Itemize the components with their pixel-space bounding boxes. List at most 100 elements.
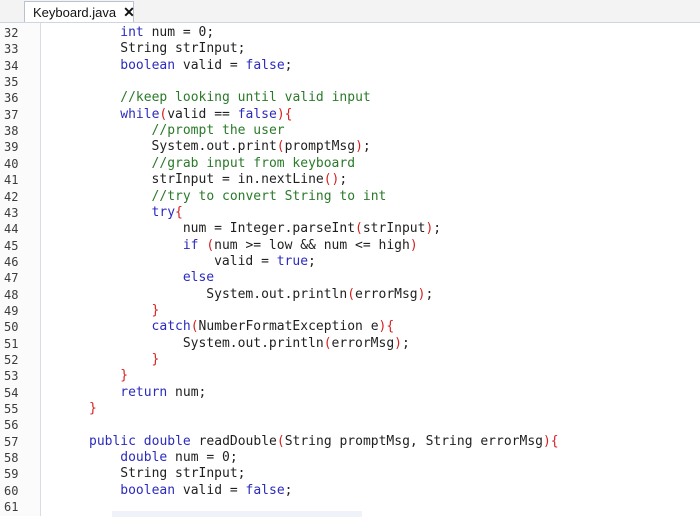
line-number: 39: [4, 140, 19, 155]
code-line[interactable]: 40 //grab input from keyboard: [0, 156, 700, 172]
code-token: (: [323, 335, 332, 351]
code-token: strInput = in.nextLine: [151, 172, 324, 188]
code-text: boolean valid = false;: [120, 58, 292, 74]
line-number: 37: [4, 107, 19, 122]
line-number: 48: [4, 287, 19, 302]
code-line[interactable]: 39 System.out.print(promptMsg);: [0, 139, 700, 155]
code-text: System.out.println(errorMsg);: [206, 287, 433, 303]
code-line[interactable]: 50 catch(NumberFormatException e){: [0, 319, 700, 335]
line-number: 38: [4, 124, 19, 139]
code-token: String promptMsg, String errorMsg: [284, 433, 543, 449]
code-token: int: [120, 25, 144, 40]
code-text: else: [183, 270, 214, 286]
code-line[interactable]: 59 String strInput;: [0, 466, 700, 482]
code-token: ;: [284, 482, 293, 498]
code-line[interactable]: 34 boolean valid = false;: [0, 58, 700, 74]
code-line[interactable]: 48 System.out.println(errorMsg);: [0, 287, 700, 303]
code-line[interactable]: 56: [0, 417, 700, 433]
code-token: }: [151, 302, 160, 318]
code-token: num >= low && num <= high: [214, 237, 410, 253]
code-text: String strInput;: [120, 41, 245, 57]
code-token: }: [89, 401, 97, 417]
tab-title: Keyboard.java: [33, 4, 117, 20]
line-number: 35: [4, 75, 19, 90]
code-token: double: [120, 450, 168, 466]
code-line[interactable]: 58 double num = 0;: [0, 450, 700, 466]
code-token: false: [245, 57, 285, 73]
tab-keyboard-java[interactable]: Keyboard.java ✕: [24, 1, 135, 22]
code-token: System.out.println: [206, 286, 348, 302]
code-line[interactable]: 38 //prompt the user: [0, 123, 700, 139]
code-text: String strInput;: [120, 466, 245, 482]
code-token: {: [284, 106, 293, 122]
code-line[interactable]: 47 else: [0, 270, 700, 286]
code-token: ;: [433, 221, 442, 237]
code-line[interactable]: 43 try{: [0, 205, 700, 221]
code-text: System.out.print(promptMsg);: [152, 139, 371, 155]
line-number: 53: [4, 369, 19, 384]
code-token: valid =: [175, 57, 246, 73]
code-text: return num;: [120, 385, 206, 401]
code-line[interactable]: 53}: [0, 368, 700, 384]
code-text: boolean valid = false;: [120, 483, 292, 499]
code-token: catch: [151, 319, 191, 335]
code-line[interactable]: 35: [0, 74, 700, 90]
code-line[interactable]: 42 //try to convert String to int: [0, 189, 700, 205]
code-token: //try to convert String to int: [151, 188, 387, 204]
code-line[interactable]: 46 valid = true;: [0, 254, 700, 270]
code-editor[interactable]: 32 int num = 0; 33 String strInput; 34 boolea…: [0, 23, 700, 517]
line-number: 43: [4, 205, 19, 220]
code-token: //keep looking until valid input: [120, 90, 371, 106]
code-line[interactable]: 49}: [0, 303, 700, 319]
code-text: }: [152, 352, 160, 368]
code-token: false: [245, 482, 285, 498]
code-line[interactable]: 32 int num = 0;: [0, 25, 700, 41]
close-icon[interactable]: ✕: [123, 4, 135, 21]
code-line[interactable]: 60 boolean valid = false;: [0, 483, 700, 499]
code-line[interactable]: 55}: [0, 401, 700, 417]
code-token: {: [386, 319, 395, 335]
code-token: (: [206, 237, 215, 253]
code-line[interactable]: 45 if (num >= low && num <= high): [0, 238, 700, 254]
code-token: String strInput;: [120, 466, 246, 482]
line-number: 61: [4, 500, 19, 515]
code-token: {: [175, 204, 183, 220]
code-line[interactable]: 51 System.out.println(errorMsg);: [0, 336, 700, 352]
code-text: int num = 0;: [120, 25, 214, 41]
code-line[interactable]: 44 num = Integer.parseInt(strInput);: [0, 221, 700, 237]
code-token: if: [182, 237, 199, 253]
code-line[interactable]: 41 strInput = in.nextLine();: [0, 172, 700, 188]
code-token: }: [151, 352, 160, 367]
code-line[interactable]: 52}: [0, 352, 700, 368]
code-line[interactable]: 36 //keep looking until valid input: [0, 90, 700, 106]
code-token: (: [347, 286, 356, 302]
code-token: boolean: [120, 57, 176, 73]
code-token: (: [355, 221, 363, 237]
code-line[interactable]: 54 return num;: [0, 385, 700, 401]
line-number: 44: [4, 222, 19, 237]
code-text: }: [120, 368, 128, 384]
code-token: ): [276, 106, 285, 122]
code-line[interactable]: 37 while(valid == false){: [0, 107, 700, 123]
line-number: 54: [4, 385, 19, 400]
code-token: ;: [339, 172, 348, 188]
code-token: num = Integer.parseInt: [182, 221, 356, 237]
code-token: public: [89, 433, 136, 449]
code-line[interactable]: 57 public double readDouble(String prompt…: [0, 434, 700, 450]
code-text: num = Integer.parseInt(strInput);: [183, 221, 441, 237]
line-number: 55: [4, 402, 19, 417]
code-token: ): [394, 335, 402, 351]
code-text: while(valid == false){: [120, 107, 292, 123]
code-text: public double readDouble(String promptMs…: [89, 434, 559, 450]
code-token: //prompt the user: [151, 123, 285, 139]
code-token: ;: [425, 286, 434, 302]
code-token: 0;: [198, 25, 215, 40]
line-number: 59: [4, 467, 19, 482]
code-token: while: [120, 106, 160, 122]
code-token: ;: [362, 139, 371, 155]
code-token: true: [276, 253, 309, 269]
code-token: valid =: [214, 253, 277, 269]
code-line[interactable]: 33 String strInput;: [0, 41, 700, 57]
line-number: 58: [4, 451, 19, 466]
